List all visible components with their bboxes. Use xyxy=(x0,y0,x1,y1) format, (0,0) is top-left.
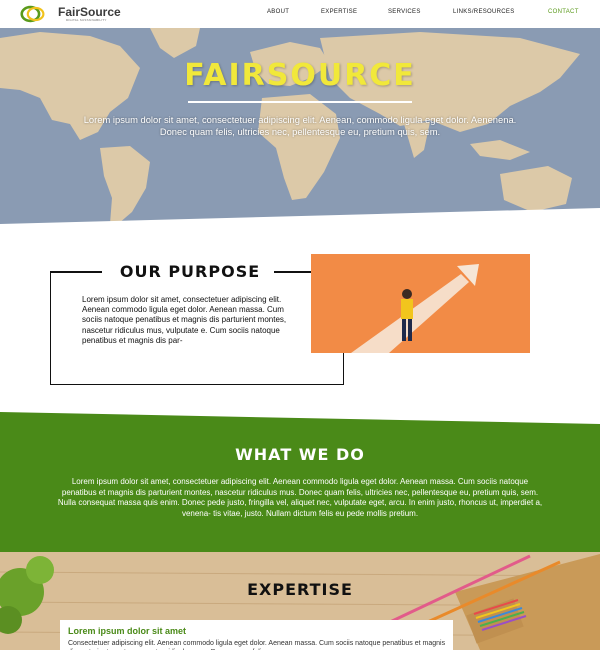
purpose-heading-row: OUR PURPOSE xyxy=(50,262,344,282)
hero-title: FAIRSOURCE xyxy=(184,58,416,93)
expertise-card: Lorem ipsum dolor sit amet Consectetuer … xyxy=(60,620,453,650)
top-nav: FairSource DIGITAL SUSTAINABILITY ABOUT … xyxy=(0,0,600,28)
purpose-rule-left xyxy=(50,271,102,273)
hero-description: Lorem ipsum dolor sit amet, consectetuer… xyxy=(83,114,517,137)
nav-link-services[interactable]: SERVICES xyxy=(388,9,421,15)
what-we-do-description: Lorem ipsum dolor sit amet, consectetuer… xyxy=(57,477,543,518)
expertise-card-title: Lorem ipsum dolor sit amet xyxy=(68,626,187,636)
what-we-do-title: WHAT WE DO xyxy=(235,445,365,464)
expertise-card-text: Consectetuer adipiscing elit. Aenean com… xyxy=(68,640,446,650)
purpose-description: Lorem ipsum dolor sit amet, consectetuer… xyxy=(82,295,287,345)
hero-divider xyxy=(188,101,412,103)
nav-link-about[interactable]: ABOUT xyxy=(267,9,289,15)
purpose-illustration xyxy=(311,254,530,353)
growth-arrow-illustration xyxy=(311,254,530,353)
nav-menu: ABOUT EXPERTISE SERVICES LINKS/RESOURCES… xyxy=(0,9,600,21)
hero-section: FAIRSOURCE Lorem ipsum dolor sit amet, c… xyxy=(0,28,600,224)
nav-link-expertise[interactable]: EXPERTISE xyxy=(321,9,357,15)
expertise-section: EXPERTISE Lorem ipsum dolor sit amet Con… xyxy=(0,552,600,650)
expertise-title: EXPERTISE xyxy=(247,580,353,599)
nav-link-contact[interactable]: CONTACT xyxy=(548,9,579,15)
what-we-do-section: WHAT WE DO Lorem ipsum dolor sit amet, c… xyxy=(0,412,600,562)
purpose-title: OUR PURPOSE xyxy=(119,262,261,281)
nav-link-links-resources[interactable]: LINKS/RESOURCES xyxy=(453,9,515,15)
